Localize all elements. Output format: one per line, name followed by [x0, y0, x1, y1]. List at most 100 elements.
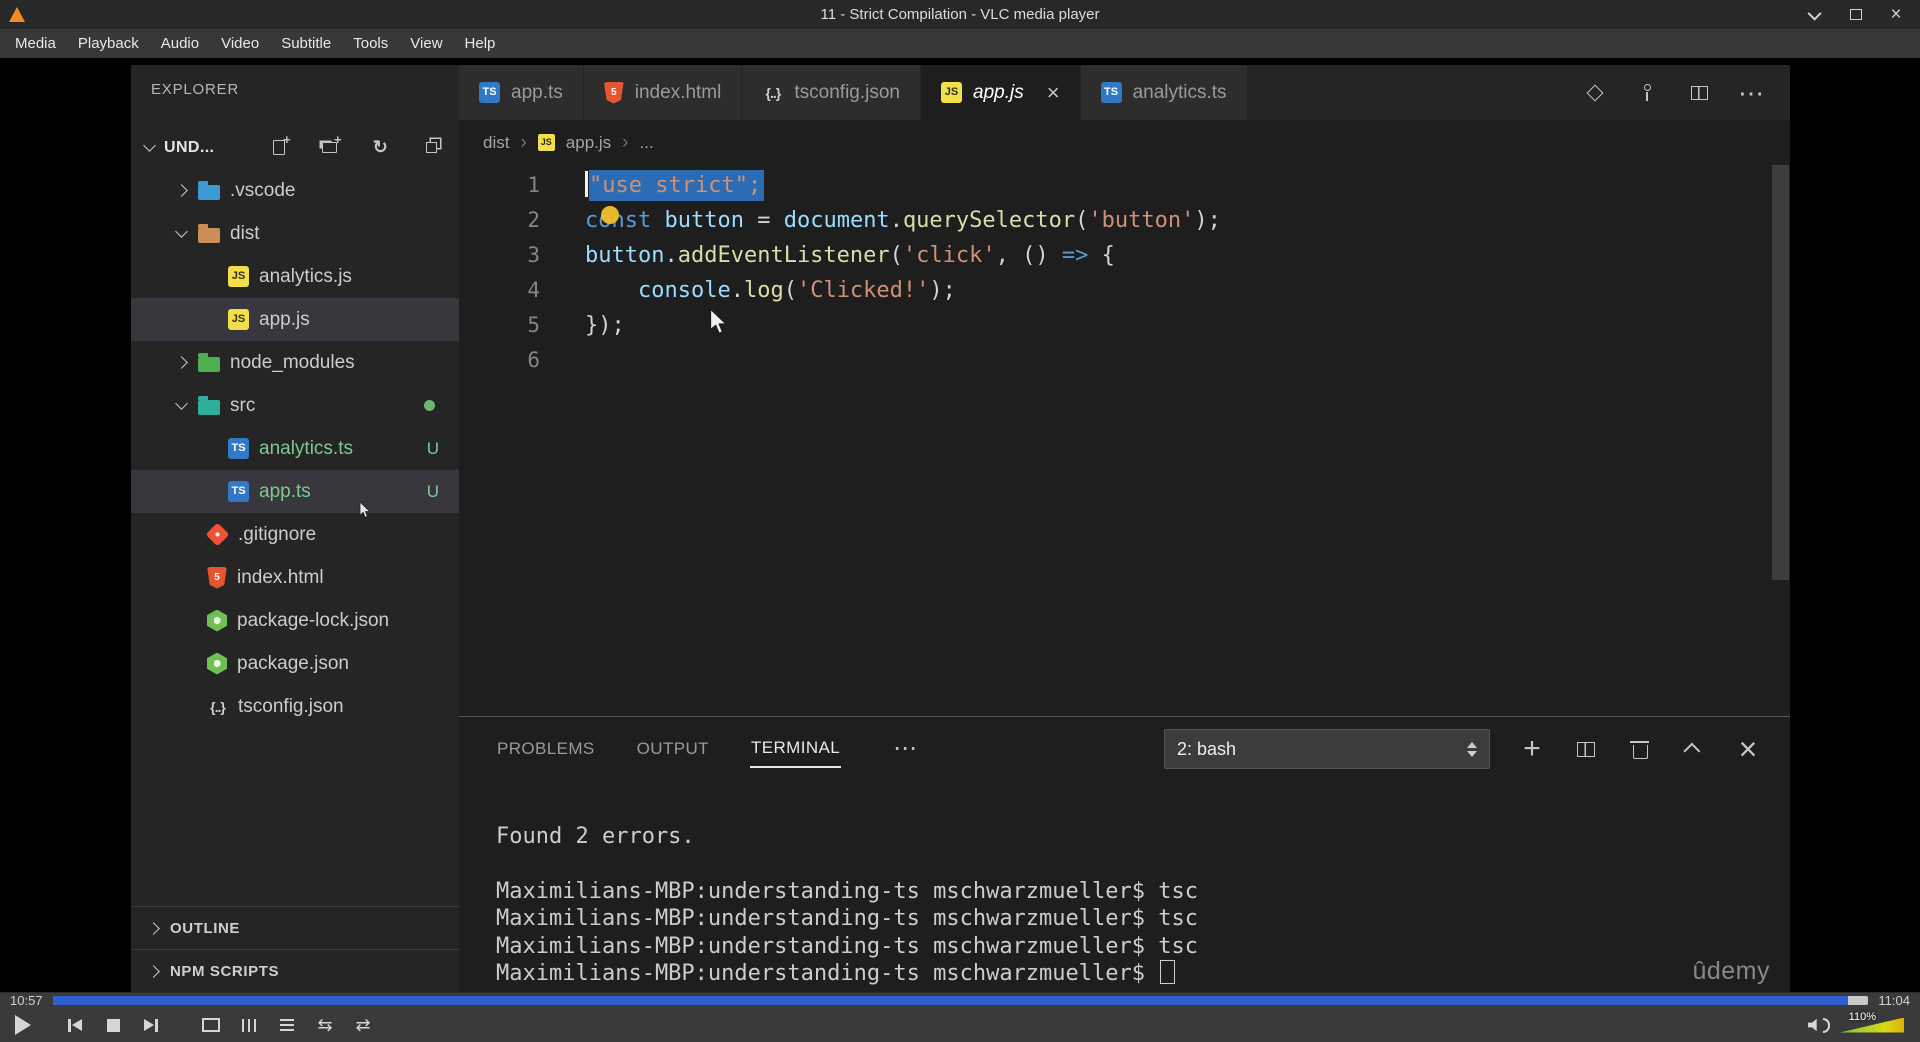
collapse-folders-icon[interactable]: [422, 138, 441, 157]
json-file-icon: {..}: [210, 698, 226, 715]
git-status-badge: U: [426, 481, 439, 501]
split-editor-icon[interactable]: [1688, 82, 1710, 104]
player-buttons: [10, 1013, 376, 1037]
close-tab-icon[interactable]: ×: [1047, 81, 1060, 104]
udemy-watermark: ûdemy: [1692, 957, 1770, 985]
js-file-icon: JS: [941, 82, 962, 103]
file-label: app.js: [259, 308, 310, 330]
folder-node-icon: [198, 352, 220, 372]
tree-item-app.ts[interactable]: TS app.ts U: [131, 470, 459, 513]
tree-item-.vscode[interactable]: .vscode: [131, 169, 459, 212]
tab-app.ts[interactable]: TS app.ts: [459, 65, 584, 120]
refresh-icon[interactable]: [371, 138, 390, 157]
minimize-button[interactable]: [1808, 7, 1824, 23]
ts-file-icon: TS: [1100, 82, 1122, 103]
maximize-button[interactable]: [1848, 7, 1864, 23]
volume-label: 110%: [1848, 1011, 1876, 1023]
breadcrumb-item[interactable]: dist: [483, 133, 509, 153]
terminal-output[interactable]: Found 2 errors. Maximilians-MBP:understa…: [496, 823, 1198, 987]
new-folder-icon[interactable]: [320, 132, 342, 157]
tab-tsconfig.json[interactable]: {..} tsconfig.json: [742, 65, 921, 120]
breadcrumb-separator-icon: ›: [622, 131, 629, 153]
tree-item-node_modules[interactable]: node_modules: [131, 341, 459, 384]
loop-button[interactable]: [312, 1013, 338, 1037]
menu-media[interactable]: Media: [4, 31, 67, 56]
breadcrumb-item[interactable]: app.js: [566, 133, 611, 153]
elapsed-time: 10:57: [10, 993, 43, 1008]
editor-scrollbar[interactable]: [1772, 165, 1789, 580]
menu-tools[interactable]: Tools: [342, 31, 399, 56]
tree-item-app.js[interactable]: JS app.js: [131, 298, 459, 341]
shell-selector[interactable]: 2: bash: [1164, 729, 1490, 769]
tab-app.js[interactable]: JS app.js ×: [921, 65, 1081, 120]
tree-item-package.json[interactable]: package.json: [131, 642, 459, 685]
playlist-button[interactable]: [274, 1013, 300, 1037]
tree-item-.gitignore[interactable]: .gitignore: [131, 513, 459, 556]
code-line: 2 const button = document.querySelector('…: [459, 203, 1790, 238]
tree-item-package-lock.json[interactable]: package-lock.json: [131, 599, 459, 642]
code-token: addEventListener: [677, 243, 890, 268]
breadcrumb-separator-icon: ›: [520, 131, 527, 153]
close-button[interactable]: [1888, 7, 1904, 23]
next-button[interactable]: [138, 1013, 164, 1037]
video-area[interactable]: EXPLORER UND... .vscode dist JS analytics.j…: [0, 58, 1920, 992]
file-label: .gitignore: [238, 523, 317, 545]
menu-video[interactable]: Video: [210, 31, 270, 56]
tab-index.html[interactable]: 5 index.html: [583, 65, 743, 120]
tree-item-analytics.js[interactable]: JS analytics.js: [131, 255, 459, 298]
section-npm-scripts[interactable]: NPM SCRIPTS: [131, 949, 459, 992]
line-number: 2: [527, 208, 540, 232]
seek-row: 10:57 11:04: [0, 992, 1920, 1008]
speaker-icon[interactable]: [1806, 1013, 1832, 1037]
panel-tab-output[interactable]: OUTPUT: [636, 731, 710, 767]
more-actions-icon[interactable]: [1740, 82, 1762, 104]
random-button[interactable]: [350, 1013, 376, 1037]
folder-dist-icon: [198, 223, 220, 243]
new-terminal-icon[interactable]: [1520, 737, 1544, 761]
kill-terminal-icon[interactable]: [1628, 737, 1652, 761]
select-arrows-icon: [1467, 741, 1477, 757]
tree-item-src[interactable]: src: [131, 384, 459, 427]
open-changes-icon[interactable]: [1584, 82, 1606, 104]
panel-more-icon[interactable]: ⋯: [893, 737, 917, 761]
play-button[interactable]: [10, 1013, 36, 1037]
previous-button[interactable]: [62, 1013, 88, 1037]
menu-help[interactable]: Help: [454, 31, 507, 56]
fullscreen-button[interactable]: [198, 1013, 224, 1037]
menu-subtitle[interactable]: Subtitle: [270, 31, 342, 56]
workspace-header[interactable]: UND...: [131, 126, 459, 169]
section-outline[interactable]: OUTLINE: [131, 906, 459, 950]
chevron-down-icon: [175, 397, 188, 410]
js-file-icon: JS: [228, 309, 249, 330]
menu-view[interactable]: View: [399, 31, 453, 56]
line-number: 6: [527, 348, 540, 372]
folder-src-icon: [198, 395, 220, 415]
tab-bar: TS app.ts 5 index.html {..} tsconfig.json JS ap…: [459, 65, 1790, 120]
code-editor[interactable]: 1 "use strict"; 2 const button = document.q…: [459, 165, 1790, 716]
tree-item-analytics.ts[interactable]: TS analytics.ts U: [131, 427, 459, 470]
git-file-icon: [205, 522, 230, 547]
panel-tab-terminal[interactable]: TERMINAL: [749, 730, 842, 768]
close-panel-icon[interactable]: [1736, 737, 1760, 761]
tree-item-dist[interactable]: dist: [131, 212, 459, 255]
split-terminal-icon[interactable]: [1574, 737, 1598, 761]
maximize-panel-icon[interactable]: [1682, 737, 1706, 761]
menu-audio[interactable]: Audio: [150, 31, 210, 56]
tree-item-tsconfig.json[interactable]: {..} tsconfig.json: [131, 685, 459, 728]
code-token: 'button': [1088, 208, 1195, 233]
editor-group: TS app.ts 5 index.html {..} tsconfig.json JS ap…: [459, 65, 1790, 992]
vlc-logo-icon: [9, 7, 25, 22]
seek-bar[interactable]: [52, 996, 1869, 1005]
stop-button[interactable]: [100, 1013, 126, 1037]
git-branch-icon[interactable]: [1636, 82, 1658, 104]
new-file-icon[interactable]: [269, 132, 291, 157]
tree-item-index.html[interactable]: 5 index.html: [131, 556, 459, 599]
breadcrumb-item[interactable]: ...: [640, 133, 654, 153]
tab-analytics.ts[interactable]: TS analytics.ts: [1080, 65, 1248, 120]
workspace-label: UND...: [164, 138, 215, 156]
panel-tab-problems[interactable]: PROBLEMS: [496, 731, 596, 767]
menu-playback[interactable]: Playback: [67, 31, 150, 56]
extended-settings-button[interactable]: [236, 1013, 262, 1037]
total-time: 11:04: [1878, 993, 1910, 1008]
npm-file-icon: [207, 609, 227, 632]
